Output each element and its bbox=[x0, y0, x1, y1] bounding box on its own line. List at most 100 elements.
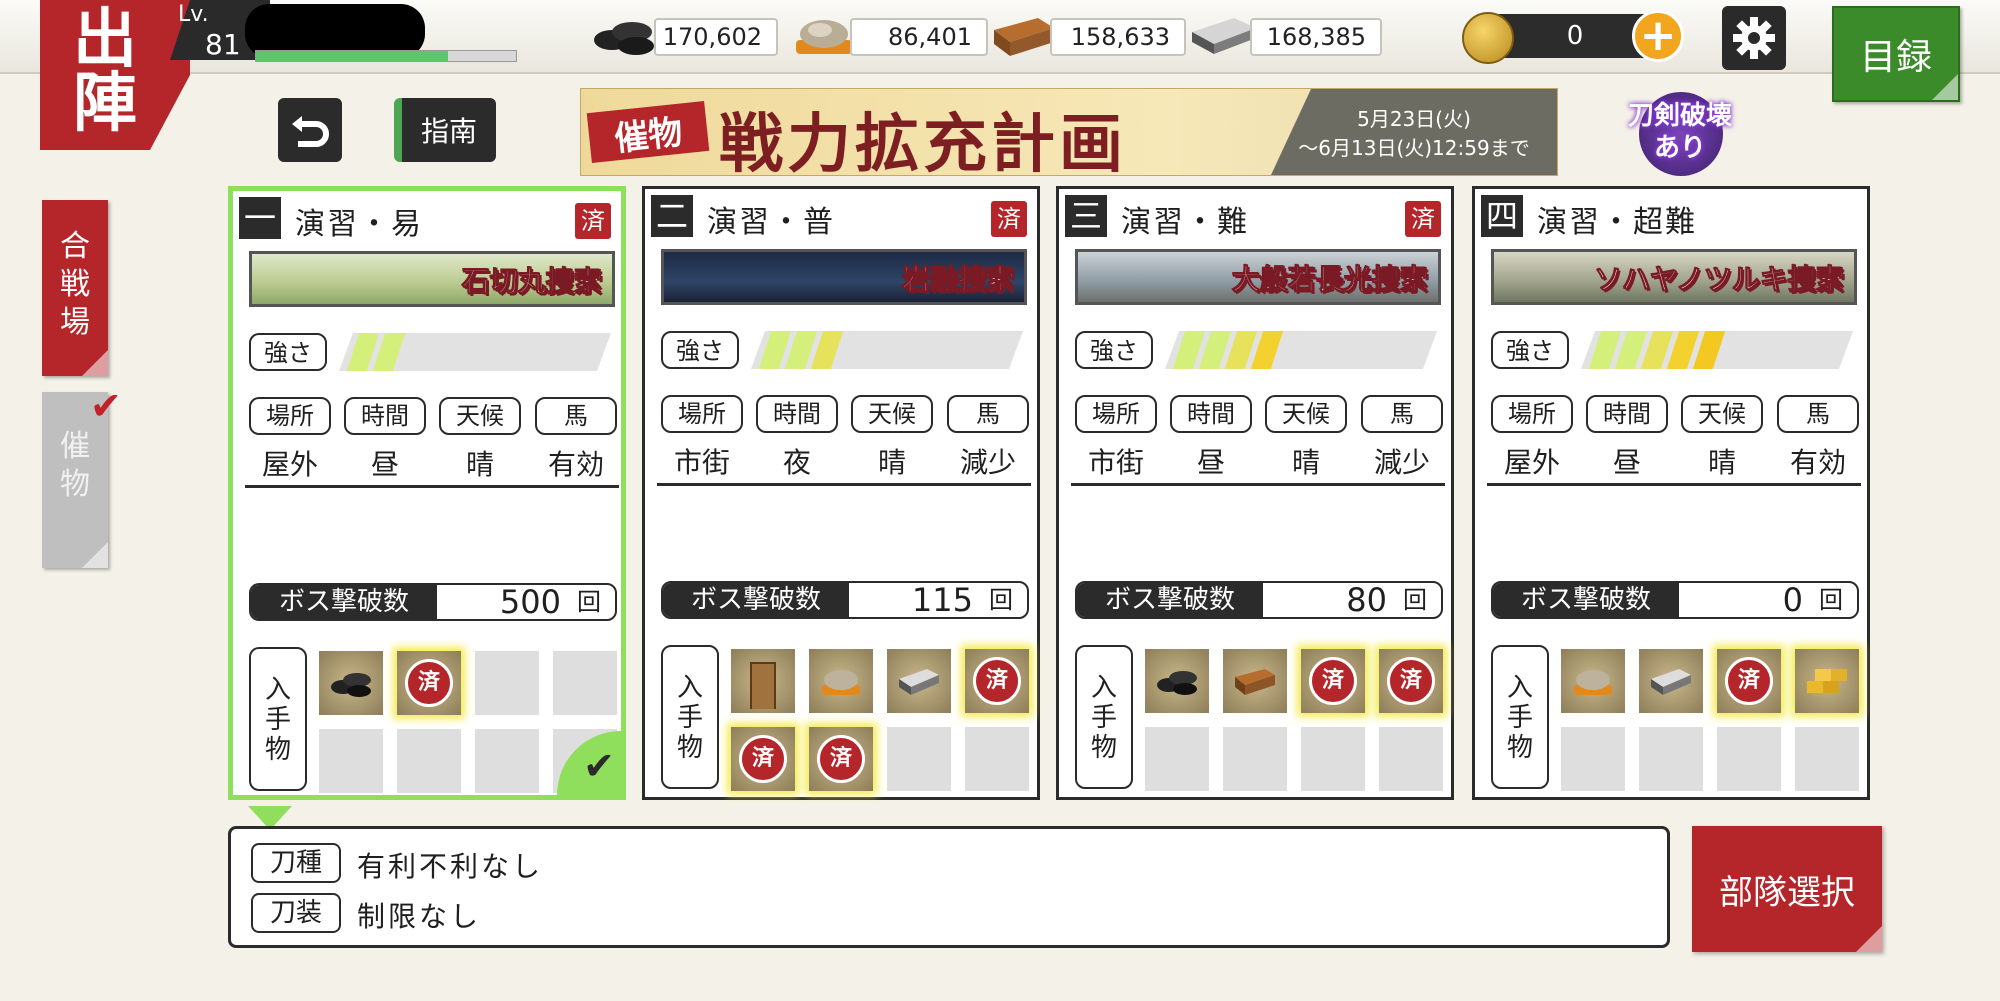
event-tag: 催物 bbox=[586, 100, 710, 164]
condition-label: 場所 bbox=[249, 397, 331, 435]
boss-kill-counter: ボス撃破数 500 回 bbox=[249, 583, 617, 621]
drop-slot-item[interactable] bbox=[319, 651, 383, 715]
strength-segment bbox=[1693, 331, 1725, 369]
charcoal-icon bbox=[1157, 671, 1197, 695]
add-coins-button[interactable]: + bbox=[1632, 10, 1684, 62]
steel-icon bbox=[1651, 669, 1691, 695]
talisman-icon bbox=[750, 662, 776, 709]
drops-label: 入 手 物 bbox=[661, 645, 719, 789]
strength-label: 強さ bbox=[249, 333, 327, 371]
back-arrow-icon bbox=[292, 116, 329, 147]
drop-slot-item[interactable] bbox=[809, 649, 873, 713]
card-number: 三 bbox=[1065, 195, 1107, 237]
drop-slot-obtained[interactable]: 済 bbox=[1717, 649, 1781, 713]
drop-slot-empty[interactable] bbox=[319, 729, 383, 793]
event-banner[interactable]: 催物 戦力拡充計画 5月23日(火) ～6月13日(火)12:59まで bbox=[580, 88, 1558, 176]
guide-button[interactable]: 指南 bbox=[394, 98, 496, 162]
strength-meter bbox=[1581, 331, 1853, 369]
condition-value: 昼 bbox=[1196, 446, 1225, 479]
drop-slot-obtained[interactable]: 済 bbox=[809, 727, 873, 791]
map-art: 石切丸捜索 bbox=[249, 251, 615, 307]
boss-kill-unit: 回 bbox=[989, 586, 1013, 614]
drop-slot-empty[interactable] bbox=[397, 729, 461, 793]
drop-slot-empty[interactable] bbox=[1301, 727, 1365, 791]
condition-label: 馬 bbox=[1777, 395, 1859, 433]
drop-slot-empty[interactable] bbox=[475, 651, 539, 715]
drop-slot-empty[interactable] bbox=[1795, 727, 1859, 791]
coolant-value: 86,401 bbox=[850, 18, 988, 56]
conditions-panel: 刀種 有利不利なし 刀装 制限なし bbox=[228, 826, 1670, 948]
drop-slot-obtained[interactable]: 済 bbox=[1301, 649, 1365, 713]
condition-label: 馬 bbox=[535, 397, 617, 435]
drop-slot-empty[interactable] bbox=[475, 729, 539, 793]
drops-label-char: 手 bbox=[676, 703, 703, 733]
condition-value: 減少 bbox=[1373, 446, 1430, 479]
squad-select-label: 部隊選択 bbox=[1719, 872, 1855, 913]
completed-badge: 済 bbox=[991, 201, 1027, 237]
condition-value: 晴 bbox=[465, 448, 494, 481]
condition-value: 屋外 bbox=[261, 448, 318, 481]
event-tab-checkmark-icon: ✔ bbox=[90, 384, 122, 428]
drop-slot-item[interactable] bbox=[1639, 649, 1703, 713]
map-search-label: 岩融捜索 bbox=[901, 263, 1014, 297]
drop-slot-empty[interactable] bbox=[1717, 727, 1781, 791]
coin-icon bbox=[1462, 12, 1514, 64]
drop-slot-obtained[interactable]: 済 bbox=[965, 649, 1029, 713]
drop-slot-item[interactable] bbox=[887, 649, 951, 713]
drop-slot-item[interactable] bbox=[1795, 649, 1859, 713]
boss-kill-value: 500 bbox=[499, 583, 561, 621]
drop-slot-empty[interactable] bbox=[1639, 727, 1703, 791]
drop-slot-empty[interactable] bbox=[553, 651, 617, 715]
drop-slot-empty[interactable] bbox=[1223, 727, 1287, 791]
boss-kill-label: ボス撃破数 bbox=[1077, 583, 1263, 617]
condition-value: 夜 bbox=[782, 446, 811, 479]
drop-slot-empty[interactable] bbox=[1379, 727, 1443, 791]
drop-slot-obtained[interactable]: 済 bbox=[1379, 649, 1443, 713]
event-date-end: ～6月13日(火)12:59まで bbox=[1298, 136, 1530, 160]
catalog-button[interactable]: 目録 bbox=[1832, 6, 1960, 102]
tab-battlefield-char: 戦 bbox=[60, 267, 90, 302]
back-button[interactable] bbox=[278, 98, 342, 162]
drop-slot-empty[interactable] bbox=[1145, 727, 1209, 791]
coolant-icon bbox=[1574, 670, 1612, 695]
catalog-label: 目録 bbox=[1859, 37, 1932, 78]
drop-slot-empty[interactable] bbox=[887, 727, 951, 791]
drops-label-char: 物 bbox=[676, 733, 703, 763]
drops-label: 入 手 物 bbox=[1075, 645, 1133, 789]
drop-slot-empty[interactable] bbox=[965, 727, 1029, 791]
obtained-stamp-icon: 済 bbox=[1725, 657, 1773, 705]
drop-slot-item[interactable] bbox=[1561, 649, 1625, 713]
condition-label: 時間 bbox=[1586, 395, 1668, 433]
whetstone-value: 158,633 bbox=[1050, 18, 1186, 56]
condition-value: 晴 bbox=[877, 446, 906, 479]
settings-button[interactable] bbox=[1722, 6, 1786, 70]
drop-slot-obtained[interactable]: 済 bbox=[731, 727, 795, 791]
completed-badge: 済 bbox=[1405, 201, 1441, 237]
charcoal-icon bbox=[331, 673, 371, 697]
drops-label-char: 入 bbox=[264, 675, 291, 705]
strength-meter bbox=[751, 331, 1023, 369]
exercise-card[interactable]: 四演習・超難 ソハヤノツルキ捜索 強さ 場所 屋外 時間昼 天候晴 馬有効 ボス撃破数 0 回… bbox=[1472, 186, 1870, 800]
map-search-label: 大般若長光捜索 bbox=[1231, 263, 1428, 297]
drop-slot-empty[interactable] bbox=[1561, 727, 1625, 791]
coolant-icon bbox=[822, 670, 860, 695]
exercise-card[interactable]: 一演習・易済石切丸捜索 強さ 場所 屋外 時間昼天候晴馬有効 ボス撃破数 500 回 入… bbox=[228, 186, 626, 800]
drop-slot-obtained[interactable]: 済 bbox=[397, 651, 461, 715]
drops-label: 入 手 物 bbox=[249, 647, 307, 791]
exercise-card[interactable]: 三演習・難済大般若長光捜索 強さ 場所 市街 時間昼天候晴馬減少 ボス撃破数 80 回 … bbox=[1056, 186, 1454, 800]
strength-meter bbox=[339, 333, 611, 371]
tab-battlefield[interactable]: 合 戦 場 bbox=[42, 200, 108, 376]
event-dates: 5月23日(火) ～6月13日(火)12:59まで bbox=[1271, 89, 1557, 175]
card-number: 一 bbox=[239, 197, 281, 239]
drops-label-char: 入 bbox=[1506, 673, 1533, 703]
drop-slot-item[interactable] bbox=[1145, 649, 1209, 713]
drop-slot-item[interactable] bbox=[1223, 649, 1287, 713]
condition-value: 市街 bbox=[1087, 446, 1144, 479]
condition-label: 場所 bbox=[1491, 395, 1573, 433]
exercise-card[interactable]: 二演習・普済岩融捜索 強さ 場所 市街 時間夜天候晴馬減少 ボス撃破数 115 回 入 … bbox=[642, 186, 1040, 800]
condition-value: 昼 bbox=[370, 448, 399, 481]
steel-icon bbox=[899, 669, 939, 695]
charcoal-value: 170,602 bbox=[654, 18, 778, 56]
squad-select-button[interactable]: 部隊選択 bbox=[1692, 826, 1882, 952]
drop-slot-item[interactable] bbox=[731, 649, 795, 713]
